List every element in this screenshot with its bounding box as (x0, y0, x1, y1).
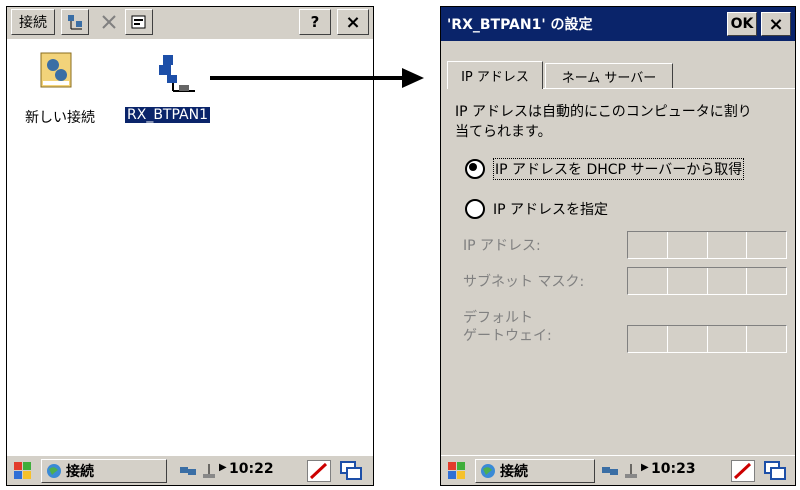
network-style-icon (68, 15, 82, 30)
ip-address-field (627, 231, 787, 259)
tray-network-icon[interactable] (601, 463, 619, 479)
gateway-octet (706, 326, 747, 352)
ip-octet (706, 232, 747, 258)
subnet-octet (746, 268, 786, 294)
tab-ip-address[interactable]: IP アドレス (447, 61, 543, 89)
input-panel-icon[interactable] (731, 460, 755, 482)
properties-icon (131, 15, 146, 29)
dialog-close-button[interactable]: × (761, 12, 791, 36)
network-connection-icon (159, 55, 195, 92)
connect-task-button[interactable]: 接続 (41, 459, 167, 483)
ip-address-label: IP アドレス: (463, 238, 541, 254)
clock[interactable]: 10:23 (651, 461, 696, 477)
right-taskbar: 接続 ▶ 10:23 (441, 455, 795, 485)
tray-connection-icon[interactable] (623, 462, 639, 480)
ip-octet (628, 232, 667, 258)
gateway-octet (666, 326, 707, 352)
tab-ip-address-label: IP アドレス (461, 70, 529, 85)
help-button[interactable]: ? (299, 9, 331, 35)
subnet-octet (628, 268, 667, 294)
connect-task-button[interactable]: 接続 (475, 459, 595, 483)
connect-task-label: 接続 (500, 464, 528, 480)
ip-octet (746, 232, 786, 258)
dhcp-radio-option[interactable]: IP アドレスを DHCP サーバーから取得 (465, 157, 785, 181)
connect-menu-label: 接続 (19, 15, 47, 31)
tray-arrow-icon: ▶ (641, 462, 649, 473)
tray-network-icon[interactable] (179, 463, 197, 479)
clock[interactable]: 10:22 (229, 461, 274, 477)
subnet-mask-field (627, 267, 787, 295)
delete-toolbar-button[interactable] (95, 9, 123, 35)
start-button[interactable] (11, 459, 37, 483)
gateway-octet (628, 326, 667, 352)
description-line-1: IP アドレスは自動的にこのコンピュータに割り (455, 104, 752, 120)
connect-menu-button[interactable]: 接続 (11, 9, 55, 35)
tray-connection-icon[interactable] (201, 462, 217, 480)
subnet-mask-label: サブネット マスク: (463, 274, 585, 290)
new-connection-label: 新しい接続 (25, 110, 95, 126)
globe-icon (47, 464, 61, 478)
left-taskbar: 接続 ▶ 10:22 (7, 455, 373, 485)
manual-radio-label: IP アドレスを指定 (493, 202, 609, 218)
manual-radio[interactable] (465, 199, 485, 219)
windows-flag-icon (14, 462, 31, 479)
subnet-octet (666, 268, 707, 294)
dialog-title: 'RX_BTPAN1' の設定 (447, 17, 593, 33)
rx-btpan1-item[interactable]: RX_BTPAN1 (125, 51, 235, 131)
right-screen: 'RX_BTPAN1' の設定 OK × IP アドレス ネーム サーバー IP… (440, 6, 796, 486)
close-icon: × (345, 11, 361, 33)
dhcp-radio-label: IP アドレスを DHCP サーバーから取得 (493, 158, 745, 180)
manual-radio-option[interactable]: IP アドレスを指定 (465, 197, 785, 221)
window-switch-icon[interactable] (763, 460, 789, 482)
connect-task-label: 接続 (66, 464, 94, 480)
description-line-2: 当てられます。 (455, 124, 552, 140)
globe-icon (481, 464, 495, 478)
properties-toolbar-button[interactable] (125, 9, 153, 35)
window-switch-icon[interactable] (339, 460, 365, 482)
gateway-octet (746, 326, 786, 352)
new-connection-icon (40, 52, 72, 88)
right-arrow-icon (210, 68, 424, 88)
close-icon: × (768, 13, 784, 35)
help-label: ? (310, 13, 320, 31)
ok-label: OK (730, 16, 754, 32)
ip-octet (666, 232, 707, 258)
dhcp-radio[interactable] (465, 159, 485, 179)
new-connection-toolbar-button[interactable] (61, 9, 89, 35)
ok-button[interactable]: OK (727, 12, 757, 36)
close-button[interactable]: × (337, 9, 369, 35)
gateway-label-line-1: デフォルト (463, 310, 533, 326)
tab-name-server[interactable]: ネーム サーバー (545, 63, 673, 89)
subnet-octet (706, 268, 747, 294)
tab-divider (543, 88, 795, 89)
tray-arrow-icon: ▶ (219, 462, 227, 473)
left-toolbar: 接続 ? × (7, 7, 373, 39)
input-panel-icon[interactable] (307, 460, 331, 482)
tab-name-server-label: ネーム サーバー (561, 70, 657, 86)
rx-btpan1-label: RX_BTPAN1 (125, 107, 210, 123)
new-connection-item[interactable]: 新しい接続 (21, 51, 111, 131)
gateway-field (627, 325, 787, 353)
delete-icon (102, 15, 116, 29)
windows-flag-icon (448, 462, 465, 479)
gateway-label-line-2: ゲートウェイ: (463, 328, 552, 344)
start-button[interactable] (445, 459, 471, 483)
